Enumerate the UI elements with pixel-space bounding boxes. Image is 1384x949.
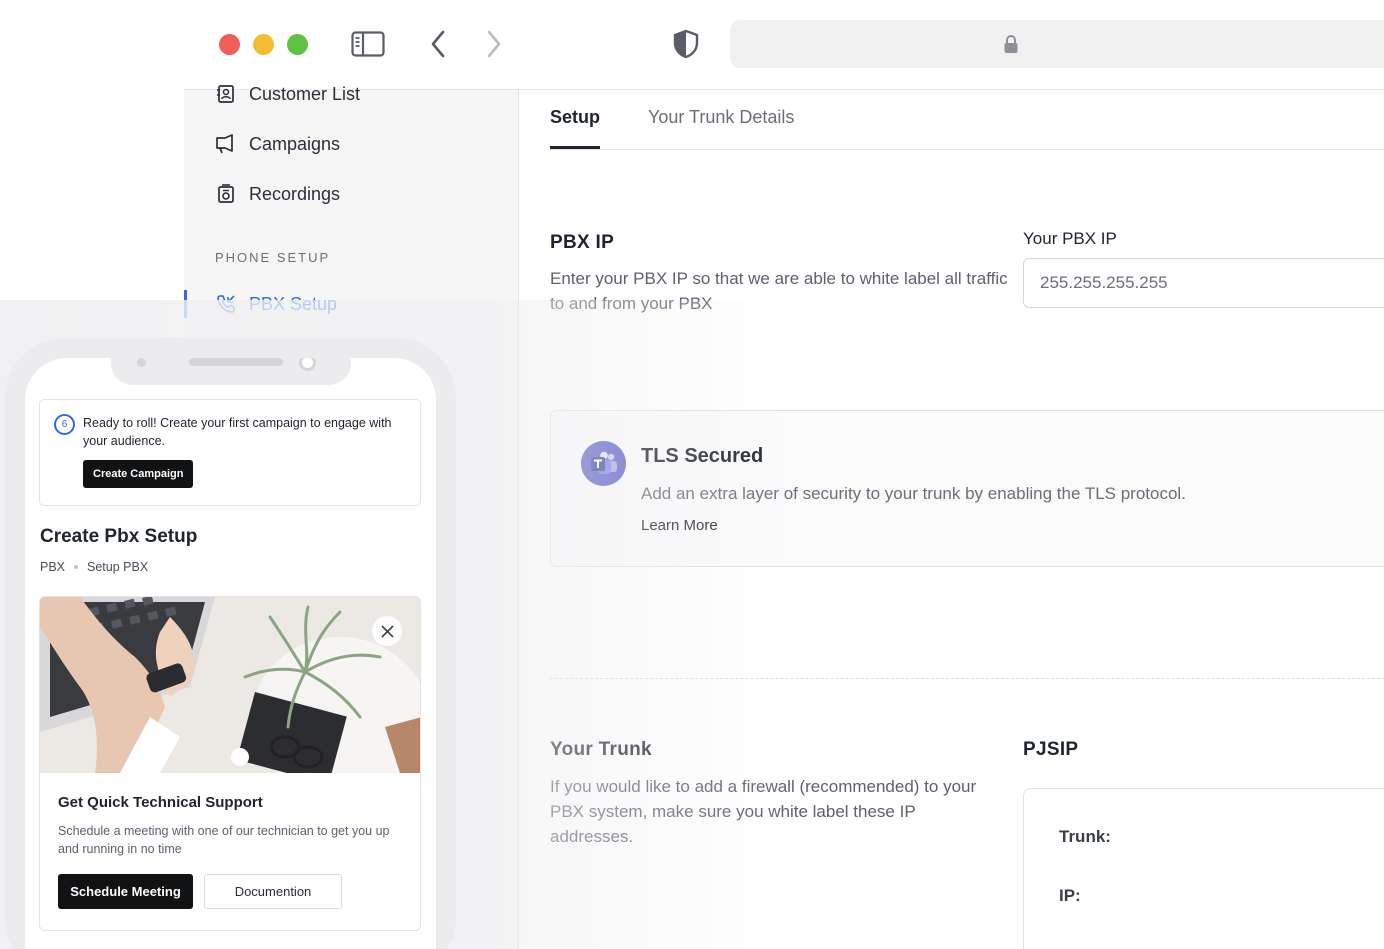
- sidebar-item-pbx-setup[interactable]: PBX Setup: [215, 289, 337, 319]
- lock-icon: [1003, 33, 1019, 60]
- create-campaign-button[interactable]: Create Campaign: [83, 460, 194, 488]
- tls-card: TLS Secured Add an extra layer of securi…: [550, 410, 1384, 567]
- tls-description: Add an extra layer of security to your t…: [641, 484, 1186, 503]
- your-trunk-description: If you would like to add a firewall (rec…: [550, 777, 977, 846]
- browser-toolbar: [184, 0, 1384, 90]
- support-description: Schedule a meeting with one of our techn…: [58, 824, 390, 856]
- tab-your-trunk-details[interactable]: Your Trunk Details: [648, 107, 794, 128]
- phone-notch: [111, 358, 351, 385]
- minimize-window-button[interactable]: [253, 34, 274, 55]
- main-content: Setup Your Trunk Details PBX IP Enter yo…: [519, 90, 1384, 949]
- workspace-photo: [40, 597, 420, 773]
- privacy-shield-icon[interactable]: [672, 28, 700, 60]
- maximize-window-button[interactable]: [287, 34, 308, 55]
- breadcrumb-item[interactable]: PBX: [40, 560, 65, 574]
- sidebar-item-label: Customer List: [249, 83, 361, 104]
- close-icon[interactable]: [372, 616, 402, 646]
- breadcrumb-item: Setup PBX: [87, 560, 149, 574]
- pbx-ip-input[interactable]: [1023, 258, 1384, 308]
- schedule-meeting-button[interactable]: Schedule Meeting: [58, 874, 193, 909]
- speaker-grille: [189, 358, 283, 366]
- ip-label: IP:: [1059, 886, 1081, 905]
- trunk-label: Trunk:: [1059, 827, 1111, 846]
- protocol-label: PJSIP: [1023, 739, 1079, 760]
- microsoft-teams-icon: [581, 441, 626, 486]
- sidebar-toggle-icon[interactable]: [350, 30, 386, 58]
- your-trunk-title: Your Trunk: [550, 739, 652, 760]
- contact-book-icon: [215, 83, 237, 105]
- active-indicator: [184, 290, 187, 318]
- sidebar-item-recordings[interactable]: Recordings: [215, 179, 340, 209]
- active-tab-indicator: [550, 146, 600, 149]
- sidebar-item-label: Recordings: [249, 183, 341, 204]
- step-badge: 6: [54, 414, 75, 435]
- sidebar-section-title: PHONE SETUP: [215, 250, 331, 265]
- learn-more-link[interactable]: Learn More: [641, 517, 718, 534]
- phone-frame: 6 Ready to roll! Create your first campa…: [5, 338, 456, 949]
- breadcrumb: PBX Setup PBX: [40, 560, 148, 574]
- notice-text: Ready to roll! Create your first campaig…: [83, 416, 392, 448]
- back-icon[interactable]: [428, 30, 448, 58]
- sidebar-item-label: PBX Setup: [249, 293, 338, 314]
- tab-setup[interactable]: Setup: [550, 107, 600, 128]
- sidebar-item-campaigns[interactable]: Campaigns: [215, 129, 340, 159]
- megaphone-icon: [215, 133, 237, 155]
- page-title: Create Pbx Setup: [40, 526, 198, 547]
- breadcrumb-separator: [74, 565, 79, 569]
- sensor-dot: [137, 358, 146, 367]
- forward-icon[interactable]: [484, 30, 504, 58]
- documentation-button[interactable]: Documention: [204, 874, 342, 909]
- pbx-ip-title: PBX IP: [550, 232, 615, 253]
- address-bar[interactable]: [730, 20, 1384, 68]
- close-window-button[interactable]: [219, 34, 240, 55]
- phone-screen: 6 Ready to roll! Create your first campa…: [25, 358, 436, 949]
- tls-title: TLS Secured: [641, 445, 764, 467]
- recording-icon: [215, 183, 237, 205]
- trunk-details-card: Trunk: IP:: [1023, 788, 1384, 949]
- front-camera: [299, 358, 316, 371]
- sidebar-item-customer-list[interactable]: Customer List: [215, 79, 360, 109]
- sidebar-item-label: Campaigns: [249, 133, 341, 154]
- pbx-ip-description: Enter your PBX IP so that we are able to…: [550, 269, 1008, 313]
- pbx-ip-field-label: Your PBX IP: [1023, 229, 1117, 248]
- section-divider: [550, 678, 1384, 679]
- onboarding-notice: 6 Ready to roll! Create your first campa…: [39, 399, 421, 506]
- tab-bar: Setup Your Trunk Details: [550, 90, 1384, 150]
- support-title: Get Quick Technical Support: [58, 794, 263, 811]
- support-card: Get Quick Technical Support Schedule a m…: [39, 596, 421, 931]
- phone-call-icon: [215, 293, 237, 315]
